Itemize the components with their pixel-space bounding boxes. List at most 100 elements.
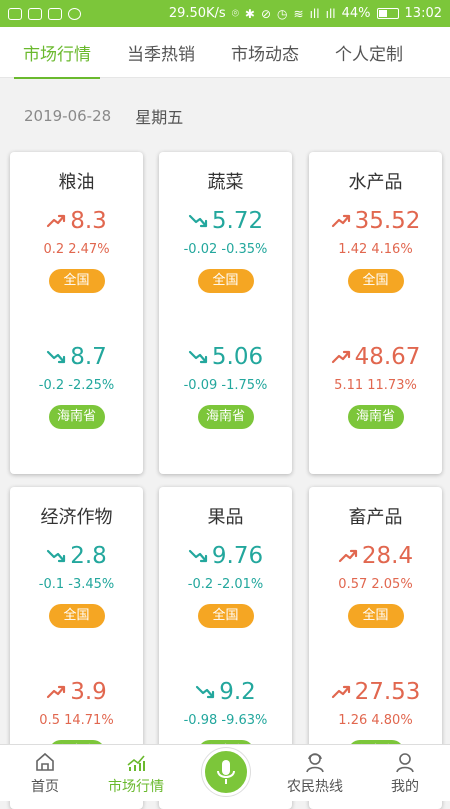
clock: 13:02 <box>404 6 442 21</box>
price-row: 5.72 <box>159 206 292 236</box>
price-value: 9.76 <box>211 543 264 569</box>
trend-down-icon <box>188 214 207 228</box>
user-icon <box>396 753 414 773</box>
nation-badge[interactable]: 全国 <box>347 604 404 628</box>
province-badge[interactable]: 海南省 <box>48 405 105 429</box>
price-change: 5.11 11.73% <box>334 378 417 393</box>
price-entry-province: 8.7 -0.2 -2.25% 海南省 <box>10 342 143 429</box>
price-change: 0.2 2.47% <box>43 242 110 257</box>
trend-down-icon <box>47 350 66 364</box>
image-icon <box>48 7 62 20</box>
card-title: 经济作物 <box>40 507 113 528</box>
card-title: 果品 <box>207 507 244 528</box>
nation-badge[interactable]: 全国 <box>48 269 105 293</box>
trend-up-icon <box>331 685 350 699</box>
tab-personal-custom[interactable]: 个人定制 <box>326 40 412 65</box>
trend-down-icon <box>196 685 215 699</box>
card-title: 水产品 <box>348 172 403 193</box>
nation-badge[interactable]: 全国 <box>197 604 254 628</box>
nav-hotline[interactable]: 农民热线 <box>275 745 355 801</box>
price-value: 2.8 <box>70 543 107 569</box>
price-change: 0.57 2.05% <box>338 577 413 592</box>
trend-up-icon <box>331 214 350 228</box>
category-card[interactable]: 粮油 8.3 0.2 2.47% 全国 8.7 -0.2 -2.25% 海南省 <box>10 152 143 474</box>
nav-home-label: 首页 <box>31 779 59 795</box>
tab-seasonal-hot[interactable]: 当季热销 <box>118 40 204 65</box>
signal-icon-2: ıll <box>325 6 336 21</box>
nav-market[interactable]: 市场行情 <box>96 745 176 801</box>
price-value: 9.2 <box>219 679 256 705</box>
price-entry-nation: 35.52 1.42 4.16% 全国 <box>309 206 442 293</box>
nation-badge[interactable]: 全国 <box>48 604 105 628</box>
price-change: -0.2 -2.01% <box>187 577 264 592</box>
price-value: 5.72 <box>211 208 264 234</box>
province-badge[interactable]: 海南省 <box>347 405 404 429</box>
price-value: 35.52 <box>354 208 421 234</box>
trend-down-icon <box>188 350 207 364</box>
price-row: 9.2 <box>159 677 292 707</box>
category-card[interactable]: 蔬菜 5.72 -0.02 -0.35% 全国 5.06 -0.09 -1.75… <box>159 152 292 474</box>
price-row: 8.3 <box>10 206 143 236</box>
price-entry-nation: 9.76 -0.2 -2.01% 全国 <box>159 541 292 628</box>
alarm-icon: ◷ <box>277 6 288 21</box>
bluetooth-icon: ✱ <box>244 6 255 21</box>
nav-mine[interactable]: 我的 <box>365 745 445 801</box>
status-bar: 29.50K/s ⌾ ✱ ⊘ ◷ ≋ ıll ıll 44% 13:02 <box>0 0 450 27</box>
price-row: 2.8 <box>10 541 143 571</box>
price-change: -0.09 -1.75% <box>183 378 268 393</box>
nav-hotline-label: 农民热线 <box>287 779 343 795</box>
location-icon: ⌾ <box>231 6 239 20</box>
nation-badge[interactable]: 全国 <box>347 269 404 293</box>
card-title: 蔬菜 <box>207 172 244 193</box>
price-row: 3.9 <box>10 677 143 707</box>
price-change: -0.1 -3.45% <box>38 577 115 592</box>
price-change: 1.42 4.16% <box>338 242 413 257</box>
wifi-icon: ≋ <box>293 6 304 21</box>
price-entry-nation: 2.8 -0.1 -3.45% 全国 <box>10 541 143 628</box>
voice-button[interactable] <box>202 748 250 796</box>
province-badge[interactable]: 海南省 <box>197 405 254 429</box>
price-change: -0.02 -0.35% <box>183 242 268 257</box>
category-card[interactable]: 水产品 35.52 1.42 4.16% 全国 48.67 5.11 11.73… <box>309 152 442 474</box>
price-value: 3.9 <box>70 679 107 705</box>
price-row: 35.52 <box>309 206 442 236</box>
network-speed: 29.50K/s <box>168 6 226 21</box>
emoji-icon <box>68 7 81 20</box>
price-change: 0.5 14.71% <box>39 713 114 728</box>
price-entry-province: 48.67 5.11 11.73% 海南省 <box>309 342 442 429</box>
trend-up-icon <box>47 214 66 228</box>
price-row: 28.4 <box>309 541 442 571</box>
price-entry-nation: 5.72 -0.02 -0.35% 全国 <box>159 206 292 293</box>
price-entry-province: 5.06 -0.09 -1.75% 海南省 <box>159 342 292 429</box>
price-entry-nation: 8.3 0.2 2.47% 全国 <box>10 206 143 293</box>
price-value: 28.4 <box>361 543 414 569</box>
trend-up-icon <box>331 350 350 364</box>
battery-percent: 44% <box>341 6 371 21</box>
signal-icon: ıll <box>309 6 320 21</box>
weekday-label: 星期五 <box>135 108 184 127</box>
price-entry-nation: 28.4 0.57 2.05% 全国 <box>309 541 442 628</box>
hotline-icon <box>306 753 324 773</box>
card-title: 畜产品 <box>348 507 403 528</box>
microphone-icon <box>217 760 235 784</box>
nav-mine-label: 我的 <box>391 779 419 795</box>
price-value: 5.06 <box>211 344 264 370</box>
price-row: 5.06 <box>159 342 292 372</box>
tab-market-quotes[interactable]: 市场行情 <box>14 40 100 79</box>
tab-market-news[interactable]: 市场动态 <box>222 40 308 65</box>
price-value: 8.3 <box>70 208 107 234</box>
date-label: 2019-06-28 <box>24 107 112 125</box>
nation-badge[interactable]: 全国 <box>197 269 254 293</box>
message-icon <box>8 7 22 20</box>
card-title: 粮油 <box>58 172 95 193</box>
price-row: 48.67 <box>309 342 442 372</box>
nav-home[interactable]: 首页 <box>5 745 85 801</box>
tab-bar: 市场行情 当季热销 市场动态 个人定制 <box>0 27 450 79</box>
price-change: -0.98 -9.63% <box>183 713 268 728</box>
chat-icon <box>28 7 42 20</box>
price-row: 8.7 <box>10 342 143 372</box>
chart-icon <box>127 755 145 771</box>
price-value: 8.7 <box>70 344 107 370</box>
price-row: 27.53 <box>309 677 442 707</box>
price-change: -0.2 -2.25% <box>38 378 115 393</box>
